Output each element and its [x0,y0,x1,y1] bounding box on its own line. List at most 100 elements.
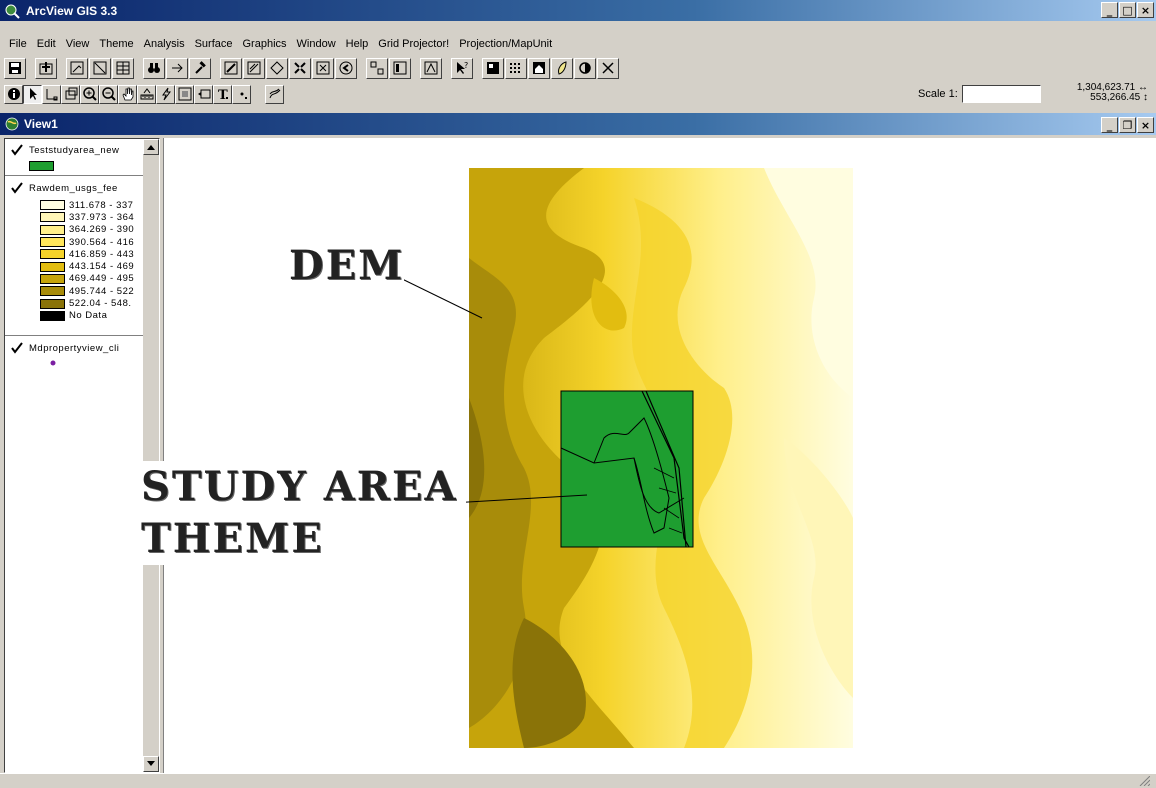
svg-text:T: T [218,88,228,102]
pointer-tool[interactable] [23,84,42,104]
extension-button-1[interactable] [482,57,504,79]
resize-grip-icon[interactable] [1138,776,1150,786]
select-feature-tool[interactable] [61,84,80,104]
legend-class-row: 364.269 - 390 [5,224,134,236]
grid-extension-icon [487,62,499,74]
theme-teststudyarea[interactable]: Teststudyarea_new [5,143,119,171]
scroll-up-button[interactable] [143,139,159,155]
menu-grid-projector[interactable]: Grid Projector! [373,36,454,53]
map-canvas[interactable] [164,138,1156,773]
menu-edit[interactable]: Edit [32,36,61,53]
table-of-contents[interactable]: Teststudyarea_new Rawdem_usgs_fee 311.67… [4,138,160,773]
edit-legend-button[interactable] [89,57,111,79]
theme-divider [5,175,145,176]
zoom-theme-icon [247,61,261,75]
menu-theme[interactable]: Theme [94,36,138,53]
add-theme-button[interactable] [35,57,57,79]
view-close-button[interactable]: × [1137,117,1154,133]
zoom-full-extent-button[interactable] [220,57,242,79]
legend-swatch [40,212,65,223]
maximize-button[interactable]: □ [1119,2,1136,18]
zoom-previous-button[interactable] [335,57,357,79]
text-tool[interactable]: T [213,84,232,104]
query-builder-button[interactable] [189,57,211,79]
extension-button-4[interactable] [551,57,573,79]
scroll-down-button[interactable] [143,756,159,772]
theme-properties-button[interactable] [66,57,88,79]
view-minimize-button[interactable]: _ [1101,117,1118,133]
zoom-selected-button[interactable] [266,57,288,79]
x-icon [602,62,614,74]
legend-class-label: 311.678 - 337 [69,199,134,211]
scale-input[interactable] [962,85,1041,103]
legend-class-label: 390.564 - 416 [69,236,135,248]
legend-swatch [40,261,65,272]
draw-point-tool[interactable] [232,84,251,104]
theme-rawdem[interactable]: Rawdem_usgs_fee 311.678 - 337 337.973 - 3… [5,181,134,322]
select-by-theme-button[interactable] [366,57,388,79]
extension-button-6[interactable] [597,57,619,79]
study-area-polygon[interactable] [560,390,694,548]
measure-tool[interactable] [137,84,156,104]
zoom-in-arrows-icon [294,62,306,74]
identify-tool[interactable] [4,84,23,104]
map-display[interactable]: DEM STUDY AREA THEME [141,138,1156,773]
legend-class-row: 311.678 - 337 [5,199,134,211]
close-button[interactable]: × [1137,2,1154,18]
up-arrow-icon [147,145,155,150]
view-restore-button[interactable]: ❐ [1119,117,1136,133]
status-bar [0,773,1156,788]
minimize-button[interactable]: _ [1101,2,1118,18]
legend-class-row: 337.973 - 364 [5,211,134,223]
surface-tool-button[interactable] [420,57,442,79]
theme-visible-checkmark-icon[interactable] [11,342,23,354]
menu-file[interactable]: File [4,36,32,53]
save-button[interactable] [4,57,26,79]
theme-visible-checkmark-icon[interactable] [11,182,23,194]
menu-view[interactable]: View [61,36,95,53]
lightning-icon [161,87,171,101]
theme-name: Rawdem_usgs_fee [29,182,118,194]
find-button[interactable] [143,57,165,79]
zoom-out-fixed-button[interactable] [312,57,334,79]
menu-help[interactable]: Help [341,36,374,53]
dem-annotation[interactable]: DEM [289,242,405,289]
help-button[interactable]: ? [451,57,473,79]
app-title-bar[interactable]: ArcView GIS 3.3 [0,0,1156,21]
study-area-annotation[interactable]: STUDY AREA THEME [141,461,466,565]
menu-window[interactable]: Window [292,36,341,53]
vertex-edit-tool[interactable] [42,84,61,104]
theme-visible-checkmark-icon[interactable] [11,144,23,156]
label-tool[interactable] [194,84,213,104]
view-title-bar[interactable]: View1 [0,113,1156,135]
y-coordinate: 553,266.45 [1090,92,1141,103]
zoom-in-tool[interactable] [80,84,99,104]
theme-divider [5,335,145,336]
legend-class-label: 469.449 - 495 [69,273,135,285]
info-icon [7,88,20,100]
clear-selection-button[interactable] [389,57,411,79]
menu-surface[interactable]: Surface [190,36,238,53]
extension-button-3[interactable] [528,57,550,79]
menu-analysis[interactable]: Analysis [139,36,190,53]
legend-class-row: No Data [5,310,134,322]
zoom-in-fixed-button[interactable] [289,57,311,79]
zoom-active-theme-button[interactable] [243,57,265,79]
dem-class-list: 311.678 - 337 337.973 - 364 364.269 - 390 3… [5,199,134,322]
menu-graphics[interactable]: Graphics [238,36,292,53]
menu-projection-mapunit[interactable]: Projection/MapUnit [454,36,557,53]
area-of-interest-tool[interactable] [175,84,194,104]
zoom-out-tool[interactable] [99,84,118,104]
locate-address-button[interactable] [166,57,188,79]
theme-mdpropertyview[interactable]: Mdpropertyview_cli [5,341,119,369]
open-table-button[interactable] [112,57,134,79]
contour-tool[interactable] [265,84,284,104]
hotlink-tool[interactable] [156,84,175,104]
vertex-edit-icon [46,89,57,101]
extension-button-5[interactable] [574,57,596,79]
extension-button-2[interactable] [505,57,527,79]
toc-scrollbar[interactable] [143,139,159,772]
down-arrow-icon [147,761,155,766]
pan-tool[interactable] [118,84,137,104]
legend-class-label: 364.269 - 390 [69,224,135,236]
